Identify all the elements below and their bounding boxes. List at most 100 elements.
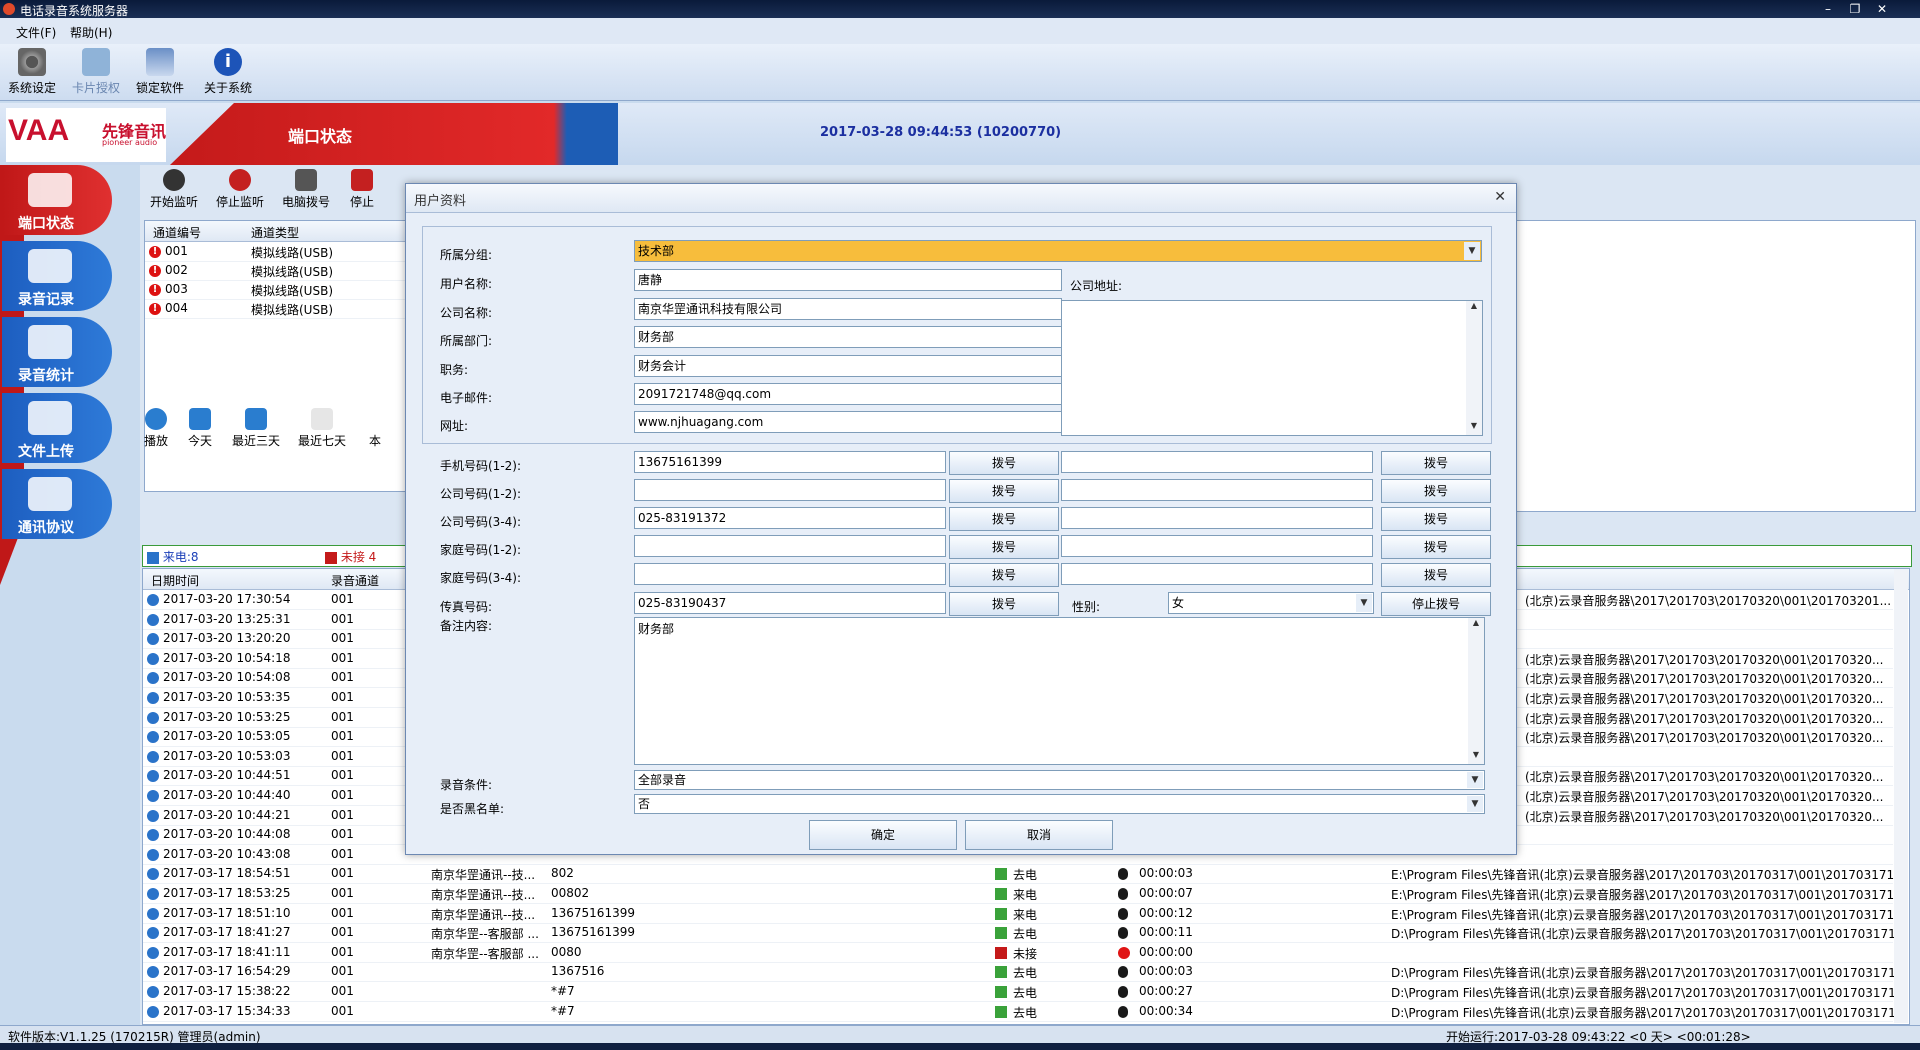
ok-button[interactable]: 确定: [809, 820, 957, 850]
phone-field-2[interactable]: [1061, 451, 1373, 473]
record-row[interactable]: 2017-03-17 18:41:11 001 南京华罡--客服部 ... 0080 未…: [143, 943, 1893, 963]
page-title: 端口状态: [288, 127, 353, 146]
fax-field[interactable]: 025-83190437: [634, 592, 946, 614]
lock-software-button[interactable]: 锁定软件: [128, 48, 192, 96]
record-condition-select[interactable]: 全部录音 ▼: [634, 770, 1485, 790]
record-row[interactable]: 2017-03-17 15:34:33 001 *#7 去电 00:00:34 D:\Pr…: [143, 1002, 1907, 1022]
lock-icon: [146, 48, 174, 76]
close-window-button[interactable]: ✕: [1872, 1, 1892, 17]
phone-field-2[interactable]: [1061, 479, 1373, 501]
about-system-button[interactable]: i 关于系统: [196, 48, 260, 96]
record-datetime: 2017-03-20 10:44:51: [163, 768, 291, 783]
company-field[interactable]: 南京华罡通讯科技有限公司: [634, 298, 1062, 320]
notes-scrollbar[interactable]: ▲ ▼: [1468, 618, 1484, 764]
blacklist-select[interactable]: 否 ▼: [634, 794, 1485, 814]
gender-value: 女: [1172, 596, 1185, 610]
record-row[interactable]: 2017-03-17 18:54:51 001 南京华罡通讯--技... 802 去电 0…: [143, 864, 1906, 885]
banner-decoration: [170, 103, 734, 165]
dial-button[interactable]: 拨号: [1381, 563, 1491, 587]
dial-button[interactable]: 拨号: [1381, 479, 1491, 503]
dial-button[interactable]: 拨号: [1381, 535, 1491, 559]
phone-field-2[interactable]: [1061, 563, 1373, 585]
notes-field[interactable]: 财务部: [634, 617, 1485, 765]
card-authorize-button[interactable]: 卡片授权: [64, 48, 128, 96]
channel-row[interactable]: ! 001 模拟线路(USB): [145, 242, 445, 262]
phone-field-1[interactable]: 025-83191372: [634, 507, 946, 529]
phone-field-1[interactable]: [634, 535, 946, 557]
fax-dial-button[interactable]: 拨号: [949, 592, 1059, 616]
dial-button[interactable]: 拨号: [1381, 451, 1491, 475]
phone-field-1[interactable]: [634, 479, 946, 501]
missed-filter[interactable]: 未接 4: [325, 548, 376, 565]
record-duration: 00:00:07: [1139, 886, 1193, 900]
nav-file-upload[interactable]: 文件上传: [2, 393, 112, 463]
channel-row[interactable]: ! 004 模拟线路(USB): [145, 299, 445, 319]
record-row[interactable]: 2017-03-17 16:54:29 001 1367516 去电 00:00:03 D…: [143, 962, 1907, 983]
menu-help[interactable]: 帮助(H): [70, 24, 112, 41]
channel-header: 通道编号 通道类型: [145, 221, 445, 242]
record-number: 00802: [551, 886, 590, 900]
menu-file[interactable]: 文件(F): [16, 24, 56, 41]
dial-button[interactable]: 拨号: [949, 479, 1059, 503]
record-row[interactable]: 2017-03-17 18:51:10 001 南京华罡通讯--技... 136751…: [143, 904, 1906, 924]
position-field[interactable]: 财务会计: [634, 355, 1062, 377]
error-icon: !: [149, 284, 161, 296]
address-field[interactable]: [1061, 300, 1483, 436]
name-field[interactable]: 唐静: [634, 269, 1062, 291]
website-field[interactable]: www.njhuagang.com: [634, 411, 1062, 433]
dialog-close-button[interactable]: ✕: [1494, 189, 1506, 205]
cancel-button[interactable]: 取消: [965, 820, 1113, 850]
nav-statistics[interactable]: 录音统计: [2, 317, 112, 387]
dial-button[interactable]: 拨号: [949, 507, 1059, 531]
record-number: *#7: [551, 1003, 575, 1018]
name-label: 用户名称:: [440, 277, 493, 291]
speaker-icon: [147, 652, 159, 665]
address-scrollbar[interactable]: ▲ ▼: [1466, 301, 1482, 435]
phone-field-1[interactable]: [634, 563, 946, 585]
phone-field-1[interactable]: 13675161399: [634, 451, 946, 473]
record-dot-icon: [1118, 946, 1130, 959]
phone-field-2[interactable]: [1061, 507, 1373, 529]
channel-row[interactable]: ! 002 模拟线路(USB): [145, 261, 445, 281]
channel-row[interactable]: ! 003 模拟线路(USB): [145, 280, 445, 300]
last-3-days-button[interactable]: 最近三天: [232, 408, 280, 449]
stop-dial-button[interactable]: 停止拨号: [1381, 592, 1491, 616]
stop-monitor-button[interactable]: 停止监听: [216, 169, 264, 210]
record-datetime: 2017-03-20 10:44:21: [163, 807, 291, 822]
play-button[interactable]: 播放: [144, 408, 168, 449]
restore-button[interactable]: ❐: [1845, 1, 1865, 17]
pc-dial-button[interactable]: 电脑拨号: [282, 169, 330, 210]
dial-button[interactable]: 拨号: [949, 451, 1059, 475]
record-row[interactable]: 2017-03-17 15:38:22 001 *#7 去电 00:00:27 D:\Pr…: [143, 982, 1907, 1002]
system-settings-button[interactable]: 系统设定: [0, 48, 64, 96]
speaker-icon: [147, 888, 159, 900]
record-channel: 001: [331, 964, 354, 979]
dial-button[interactable]: 拨号: [949, 563, 1059, 587]
dial-button[interactable]: 拨号: [949, 535, 1059, 559]
dial-button[interactable]: 拨号: [1381, 507, 1491, 531]
dept-field[interactable]: 财务部: [634, 326, 1062, 348]
record-row[interactable]: 2017-03-17 18:53:25 001 南京华罡通讯--技... 00802 来…: [143, 884, 1906, 904]
chevron-down-icon: ▼: [1467, 772, 1483, 788]
start-monitor-button[interactable]: 开始监听: [150, 169, 198, 210]
record-row[interactable]: 2017-03-17 18:41:27 001 南京华罡--客服部 ... 13675…: [143, 923, 1907, 944]
incoming-filter[interactable]: 来电:8: [147, 548, 199, 565]
email-field[interactable]: 2091721748@qq.com: [634, 383, 1062, 405]
stop-button[interactable]: 停止: [350, 169, 374, 210]
phone-field-2[interactable]: [1061, 535, 1373, 557]
last-7-days-button[interactable]: 最近七天: [298, 408, 346, 449]
gender-select[interactable]: 女 ▼: [1168, 592, 1374, 614]
nav-protocol[interactable]: 通讯协议: [2, 469, 112, 539]
column-header: 通道编号: [153, 226, 202, 240]
company-label: 公司名称:: [440, 306, 493, 320]
gender-label: 性别:: [1072, 600, 1101, 614]
today-button[interactable]: 今天: [188, 408, 212, 449]
more-range-button[interactable]: 本: [364, 408, 386, 449]
nav-recordings[interactable]: 录音记录: [2, 241, 112, 311]
minimize-button[interactable]: –: [1818, 1, 1838, 17]
record-scrollbar[interactable]: [1894, 569, 1908, 1023]
channel-type: 模拟线路(USB): [251, 284, 333, 298]
group-select[interactable]: 技术部 ▼: [634, 240, 1482, 262]
record-datetime: 2017-03-17 15:38:22: [163, 984, 291, 998]
nav-port-status[interactable]: 端口状态: [2, 165, 112, 235]
